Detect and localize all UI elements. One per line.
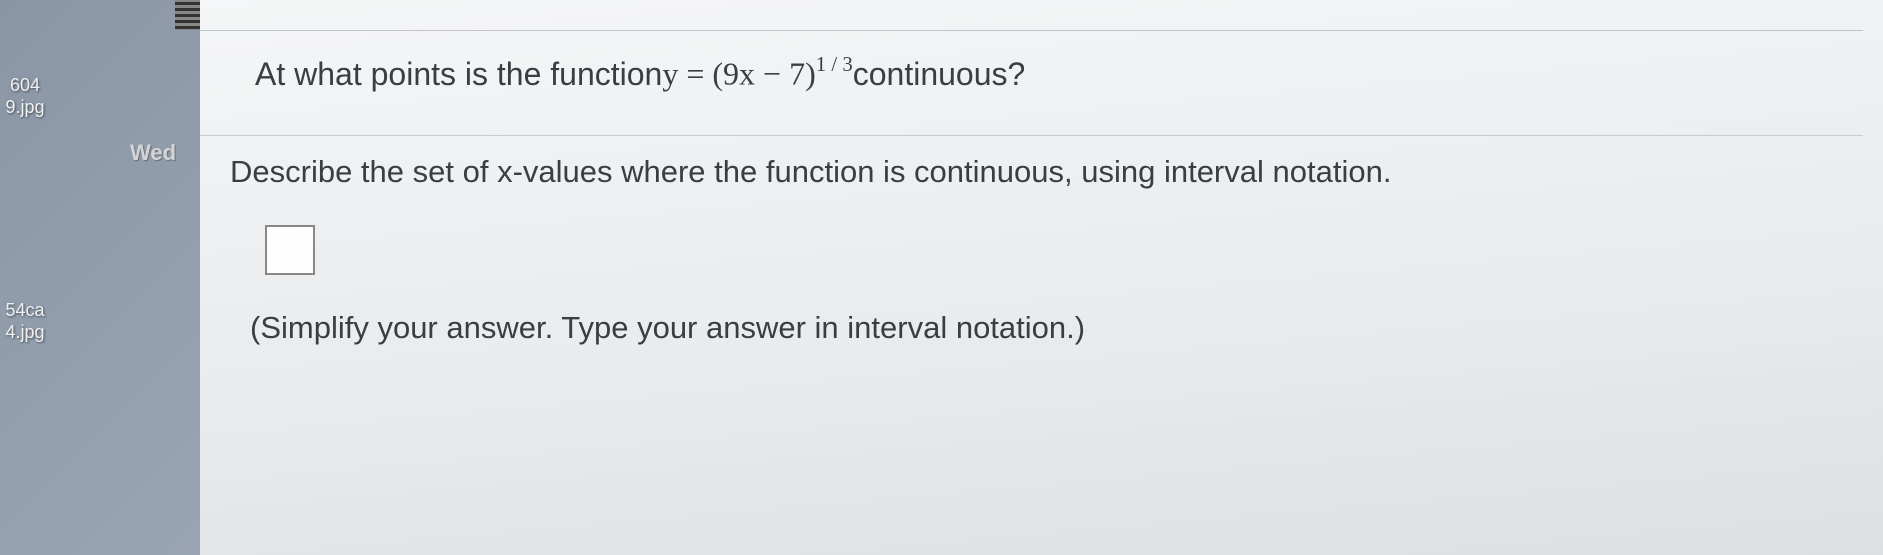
spiral-binding-decoration xyxy=(175,0,203,30)
divider xyxy=(200,135,1863,136)
file-label: 54ca 4.jpg xyxy=(0,300,65,343)
file-name-part1: 604 xyxy=(0,75,65,97)
question-content-area: At what points is the function y = (9x −… xyxy=(200,0,1883,555)
file-name-part2: 9.jpg xyxy=(0,97,65,119)
expr-exponent: 1 / 3 xyxy=(816,53,853,76)
day-label: Wed xyxy=(130,140,176,166)
question-text: At what points is the function y = (9x −… xyxy=(255,55,1843,93)
desktop-file-2[interactable]: 54ca 4.jpg xyxy=(0,300,65,343)
instruction-text: Describe the set of x-values where the f… xyxy=(230,150,1843,193)
math-expression: y = (9x − 7)1 / 3 xyxy=(662,55,852,93)
file-label: 604 9.jpg xyxy=(0,75,65,118)
desktop-background: 604 9.jpg Wed 54ca 4.jpg xyxy=(0,0,200,555)
file-name-part2: 4.jpg xyxy=(0,322,65,344)
divider xyxy=(200,30,1863,31)
expr-base: y = (9x − 7) xyxy=(662,56,815,92)
file-name-part1: 54ca xyxy=(0,300,65,322)
question-suffix: continuous? xyxy=(853,56,1026,93)
hint-text: (Simplify your answer. Type your answer … xyxy=(250,310,1843,346)
answer-input[interactable] xyxy=(265,225,315,275)
desktop-file-1[interactable]: 604 9.jpg xyxy=(0,75,65,118)
question-prefix: At what points is the function xyxy=(255,56,662,93)
